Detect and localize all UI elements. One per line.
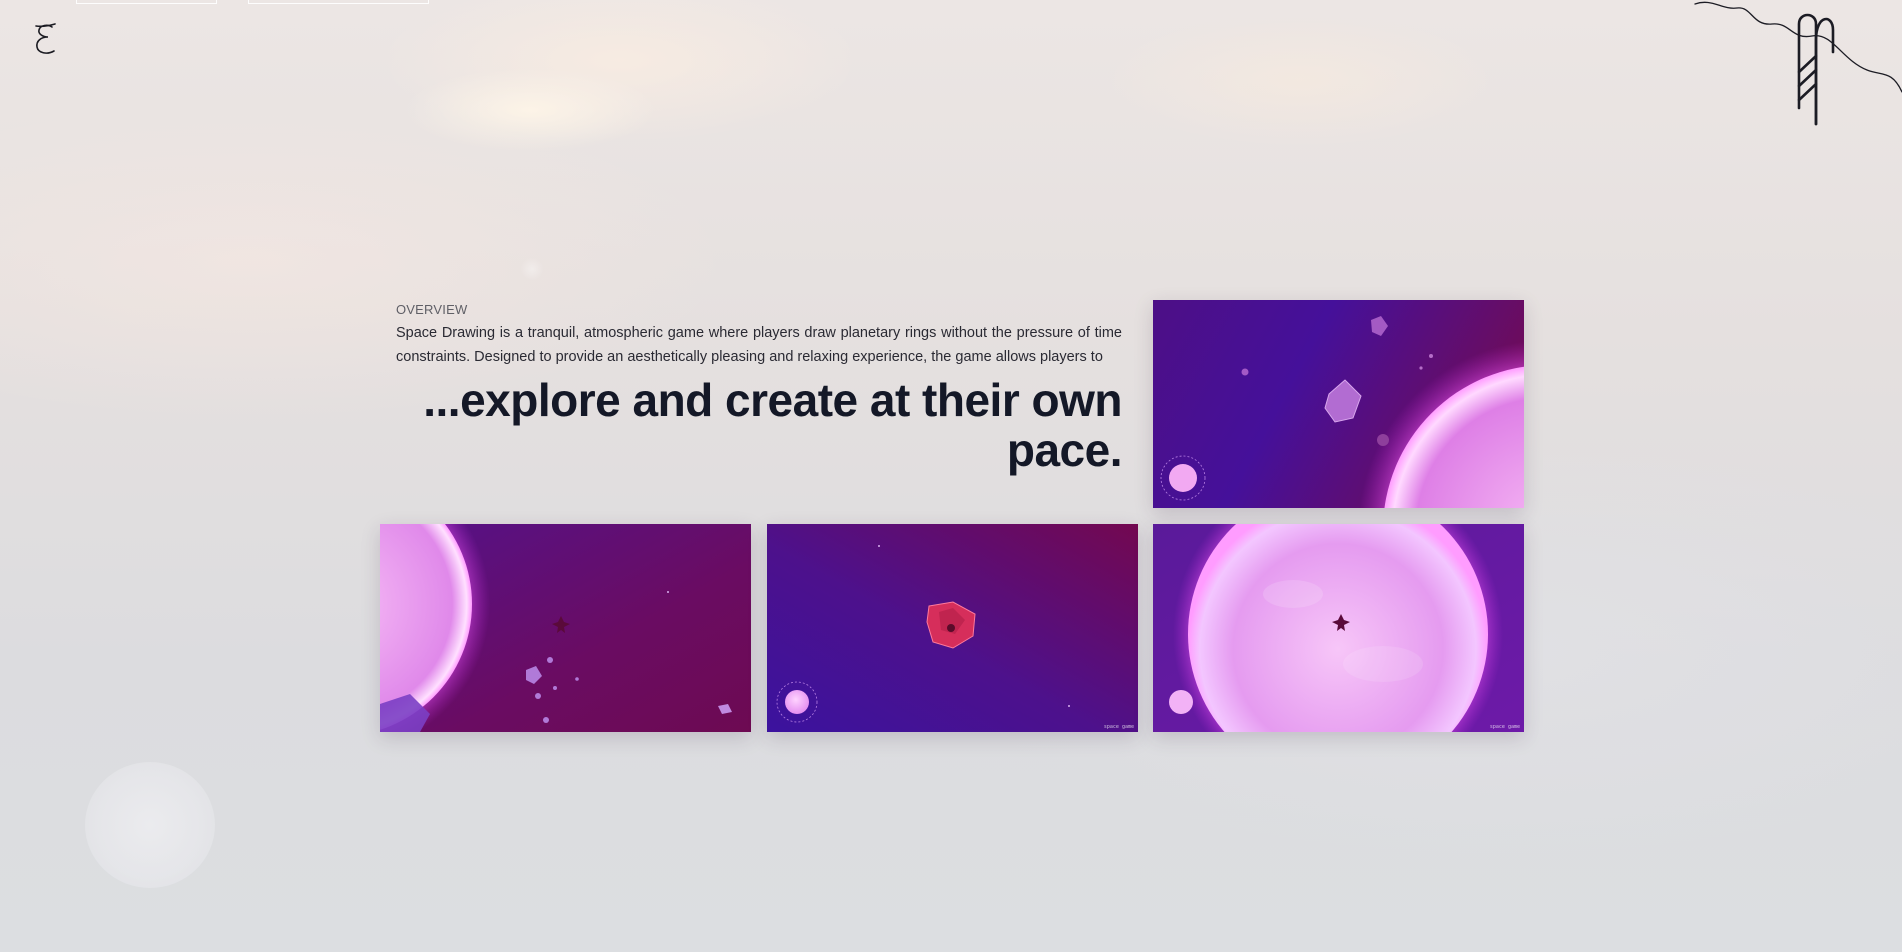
- overview-description: Space Drawing is a tranquil, atmospheric…: [396, 325, 1122, 365]
- screenshot-watermark: space game: [1103, 724, 1134, 730]
- ladder-line-art-icon: [1692, 0, 1902, 130]
- nav-tab-2[interactable]: [248, 0, 429, 4]
- screenshot-red-asteroid[interactable]: space game: [767, 524, 1138, 732]
- section-eyebrow: OVERVIEW: [396, 302, 468, 317]
- screenshot-watermark: space game: [1489, 724, 1520, 730]
- overview-section: OVERVIEW Space Drawing is a tranquil, at…: [396, 302, 1123, 476]
- screenshot-planet-asteroids[interactable]: [1153, 300, 1524, 508]
- screenshot-planet-surface[interactable]: space game: [1153, 524, 1524, 732]
- overview-headline: ...explore and create at their own pace.: [423, 374, 1122, 476]
- nav-tab-1[interactable]: [76, 0, 217, 4]
- script-e-logo-icon[interactable]: [30, 20, 64, 60]
- background-bokeh: [85, 762, 215, 888]
- screenshot-astronaut-drift[interactable]: [380, 524, 751, 732]
- background-bokeh: [520, 258, 544, 280]
